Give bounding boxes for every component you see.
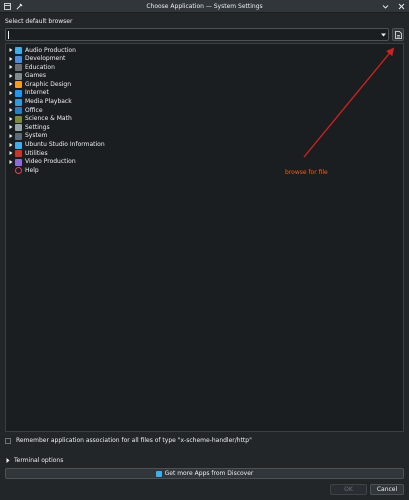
tree-item-label: Ubuntu Studio Information [25,141,105,149]
remember-association[interactable]: Remember application association for all… [5,437,252,444]
development-icon [15,55,22,63]
tree-item-label: Games [25,72,46,80]
annotation-text: browse for file [285,169,328,176]
tree-item-label: Audio Production [25,46,76,54]
dropdown-arrow-icon[interactable] [379,29,388,40]
expand-arrow-icon[interactable] [9,48,13,52]
audio-production-icon [15,47,22,54]
expand-arrow-icon[interactable] [9,125,13,130]
cancel-button[interactable]: Cancel [370,484,404,495]
tree-item-audio-production[interactable]: Audio Production [6,46,403,55]
ok-label: OK [344,486,353,493]
tree-item-education[interactable]: Education [6,63,403,72]
minimize-icon[interactable] [381,2,389,10]
ok-button[interactable]: OK [330,484,367,495]
games-icon [15,72,22,80]
expand-arrow-icon[interactable] [9,151,13,156]
settings-icon [15,124,22,132]
tree-item-graphic-design[interactable]: Graphic Design [6,80,403,89]
text-cursor [8,31,9,39]
get-more-apps-button[interactable]: Get more Apps from Discover [5,468,404,479]
remember-checkbox[interactable] [5,438,11,444]
tree-item-label: Settings [25,123,50,131]
terminal-options-label: Terminal options [14,457,64,464]
tree-item-science-math[interactable]: Science & Math [6,115,403,124]
system-icon [15,132,22,140]
tree-item-video-production[interactable]: Video Production [6,158,403,167]
tree-item-media-playback[interactable]: Media Playback [6,98,403,107]
title-bar-right [381,2,405,10]
expand-arrow-icon[interactable] [9,65,13,70]
browse-file-button[interactable] [392,28,404,41]
media-playback-icon [15,98,22,106]
tree-item-label: Media Playback [25,98,72,106]
tree-item-label: Science & Math [25,115,72,123]
terminal-options-toggle[interactable]: Terminal options [5,457,63,464]
tree-item-development[interactable]: Development [6,55,403,64]
tree-item-utilities[interactable]: Utilities [6,149,403,158]
expand-arrow-icon[interactable] [9,116,13,121]
close-icon[interactable] [397,2,405,10]
expand-arrow-icon[interactable] [9,90,13,95]
category-list: Audio Production Development Education Game… [6,46,403,175]
expand-arrow-icon[interactable] [9,73,13,78]
expand-arrow-icon[interactable] [9,108,13,113]
expand-arrow-icon[interactable] [9,159,13,164]
tree-item-label: Graphic Design [25,80,71,88]
remember-label: Remember application association for all… [16,437,252,444]
tree-item-label: Utilities [25,149,48,157]
education-icon [15,64,22,72]
office-icon [15,107,22,115]
expand-arrow-icon[interactable] [9,82,13,87]
dialog-prompt: Select default browser [5,18,73,25]
tree-item-office[interactable]: Office [6,106,403,115]
get-more-apps-label: Get more Apps from Discover [164,470,254,477]
tree-item-games[interactable]: Games [6,72,403,81]
tree-item-settings[interactable]: Settings [6,123,403,132]
tree-item-label: Help [25,166,39,174]
ubuntu-studio-icon [15,141,22,149]
tree-item-label: Development [25,55,66,63]
tree-item-label: Video Production [25,158,76,166]
tree-item-label: Office [25,106,43,114]
graphic-design-icon [15,81,22,89]
expand-arrow-icon[interactable] [9,142,13,147]
expand-arrow-icon[interactable] [9,99,13,104]
discover-icon [155,470,162,477]
science-math-icon [15,115,22,123]
expand-arrow-icon[interactable] [9,56,13,61]
tree-item-label: Education [25,63,55,71]
tree-item-label: Internet [25,89,49,97]
tree-item-help[interactable]: Help [6,166,403,175]
open-file-icon [394,30,402,39]
tree-item-internet[interactable]: Internet [6,89,403,98]
application-command-input[interactable] [5,28,389,41]
title-bar: Choose Application — System Settings [0,0,409,13]
tree-item-ubuntu-studio[interactable]: Ubuntu Studio Information [6,141,403,150]
chevron-right-icon [5,458,11,464]
tree-item-system[interactable]: System [6,132,403,141]
utilities-icon [15,150,22,158]
video-production-icon [15,158,22,166]
internet-icon [15,89,22,97]
application-tree[interactable]: Audio Production Development Education Game… [5,43,404,432]
tree-item-label: System [25,132,48,140]
expand-arrow-icon[interactable] [9,133,13,138]
window-title: Choose Application — System Settings [146,3,263,10]
help-icon [15,167,22,175]
cancel-label: Cancel [376,486,398,493]
